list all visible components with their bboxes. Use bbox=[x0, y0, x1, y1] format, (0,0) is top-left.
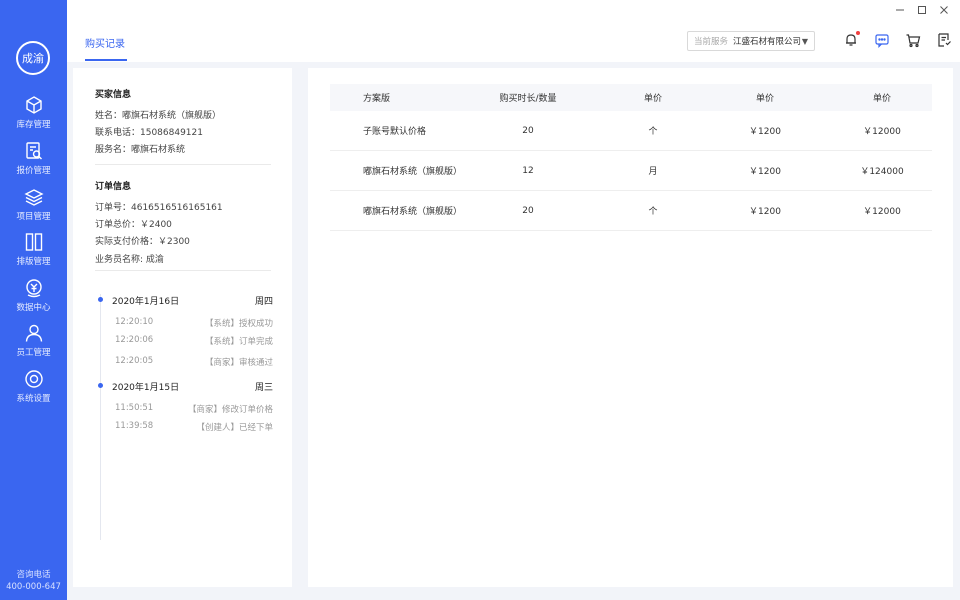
sidebar: 成渝 库存管理 报价管理 项目管理 排版管理 数据中心 员工管理 系统设置 咨询… bbox=[0, 0, 67, 600]
layers-icon bbox=[23, 187, 44, 207]
notification-badge bbox=[856, 31, 860, 35]
timeline-time: 11:39:58 bbox=[115, 421, 154, 431]
column-header: 单价 bbox=[872, 94, 891, 104]
sidebar-item-inventory[interactable]: 库存管理 bbox=[0, 95, 67, 135]
timeline-time: 12:20:10 bbox=[115, 317, 154, 327]
table-cell: ￥12000 bbox=[863, 207, 901, 217]
timeline-time: 12:20:06 bbox=[115, 335, 154, 345]
order-number: 订单号：4616516516165161 bbox=[95, 203, 223, 213]
timeline-weekday: 周四 bbox=[254, 297, 273, 307]
timeline-line bbox=[100, 294, 101, 540]
timeline-date: 2020年1月15日 bbox=[112, 383, 180, 393]
sidebar-item-employees[interactable]: 员工管理 bbox=[0, 323, 67, 363]
table-cell: 嘟旗石材系统（旗舰版） bbox=[363, 207, 463, 217]
order-paid: 实际支付价格：￥2300 bbox=[95, 237, 190, 247]
timeline-event: 【创建人】已经下单 bbox=[196, 423, 273, 433]
sidebar-item-label: 库存管理 bbox=[16, 120, 51, 130]
buyer-service: 服务名：嘟旗石材系统 bbox=[95, 145, 186, 155]
caret-down-icon: ▼ bbox=[801, 37, 808, 46]
timeline-event: 【商家】审核通过 bbox=[204, 358, 273, 368]
order-details-card: 买家信息 姓名：嘟旗石材系统（旗舰版） 联系电话：15086849121 服务名… bbox=[73, 68, 292, 587]
quote-search-icon bbox=[24, 141, 44, 161]
contact-label: 咨询电话 bbox=[16, 570, 51, 580]
settings-icon bbox=[24, 369, 44, 389]
service-label: 当前服务 bbox=[694, 37, 729, 47]
sidebar-item-layout[interactable]: 排版管理 bbox=[0, 232, 67, 272]
layout-icon bbox=[24, 232, 44, 252]
column-header: 单价 bbox=[643, 94, 662, 104]
contact-phone: 400-000-647 bbox=[6, 582, 61, 592]
table-cell: 20 bbox=[522, 125, 534, 136]
divider bbox=[95, 270, 271, 271]
column-header: 单价 bbox=[755, 94, 774, 104]
sidebar-item-label: 员工管理 bbox=[16, 348, 51, 358]
table-cell: 12 bbox=[522, 165, 534, 176]
timeline-dot bbox=[98, 383, 103, 388]
buyer-info-title: 买家信息 bbox=[95, 90, 132, 100]
avatar[interactable]: 成渝 bbox=[16, 41, 50, 75]
tab-purchase-records[interactable]: 购买记录 bbox=[85, 35, 125, 50]
data-coin-icon bbox=[24, 278, 44, 298]
table-cell: 个 bbox=[648, 127, 658, 137]
table-cell: 嘟旗石材系统（旗舰版） bbox=[363, 167, 463, 177]
table-cell: 月 bbox=[648, 167, 658, 177]
timeline-dot bbox=[98, 297, 103, 302]
timeline-time: 11:50:51 bbox=[115, 403, 154, 413]
sidebar-item-quotes[interactable]: 报价管理 bbox=[0, 141, 67, 181]
sidebar-item-data-center[interactable]: 数据中心 bbox=[0, 278, 67, 318]
sidebar-item-settings[interactable]: 系统设置 bbox=[0, 369, 67, 409]
sidebar-item-label: 项目管理 bbox=[16, 212, 51, 222]
sidebar-item-label: 数据中心 bbox=[16, 303, 51, 313]
timeline-weekday: 周三 bbox=[254, 383, 273, 393]
timeline-event: 【系统】订单完成 bbox=[204, 337, 273, 347]
minimize-icon[interactable] bbox=[894, 4, 906, 16]
tab-active-indicator bbox=[85, 59, 127, 61]
document-icon[interactable] bbox=[936, 32, 952, 48]
sidebar-item-label: 系统设置 bbox=[16, 394, 51, 404]
table-cell: ￥124000 bbox=[860, 167, 904, 177]
service-value: 江盛石材有限公司 bbox=[733, 37, 802, 47]
bell-icon[interactable] bbox=[843, 31, 860, 48]
table-cell: ￥1200 bbox=[749, 207, 781, 217]
column-header: 方案版 bbox=[363, 94, 391, 104]
buyer-phone: 联系电话：15086849121 bbox=[95, 128, 203, 138]
chat-icon[interactable] bbox=[874, 32, 890, 48]
timeline-date: 2020年1月16日 bbox=[112, 297, 180, 307]
table-cell: ￥1200 bbox=[749, 167, 781, 177]
buyer-name: 姓名：嘟旗石材系统（旗舰版） bbox=[95, 111, 222, 121]
close-icon[interactable] bbox=[938, 4, 950, 16]
order-total: 订单总价：￥2400 bbox=[95, 220, 172, 230]
table-header: 方案版 购买时长/数量 单价 单价 单价 bbox=[330, 84, 932, 111]
table-cell: 子账号默认价格 bbox=[363, 127, 427, 137]
table-row[interactable]: 子账号默认价格 20 个 ￥1200 ￥12000 bbox=[330, 111, 932, 151]
table-cell: 20 bbox=[522, 205, 534, 216]
cube-icon bbox=[24, 95, 44, 115]
purchase-table: 方案版 购买时长/数量 单价 单价 单价 子账号默认价格 20 个 ￥1200 … bbox=[330, 84, 932, 231]
table-cell: ￥1200 bbox=[749, 127, 781, 137]
timeline-event: 【系统】授权成功 bbox=[204, 319, 273, 329]
service-select[interactable]: 当前服务 江盛石材有限公司 ▼ bbox=[687, 31, 815, 51]
maximize-icon[interactable] bbox=[916, 4, 928, 16]
window-controls bbox=[894, 4, 950, 16]
timeline-event: 【商家】修改订单价格 bbox=[187, 405, 273, 415]
purchase-table-card: 方案版 购买时长/数量 单价 单价 单价 子账号默认价格 20 个 ￥1200 … bbox=[308, 68, 953, 587]
table-cell: ￥12000 bbox=[863, 127, 901, 137]
sidebar-item-projects[interactable]: 项目管理 bbox=[0, 187, 67, 227]
table-cell: 个 bbox=[648, 207, 658, 217]
divider bbox=[95, 164, 271, 165]
top-bar: 购买记录 当前服务 江盛石材有限公司 ▼ bbox=[67, 0, 960, 62]
cart-icon[interactable] bbox=[905, 32, 921, 48]
table-row[interactable]: 嘟旗石材系统（旗舰版） 20 个 ￥1200 ￥12000 bbox=[330, 191, 932, 231]
order-salesman: 业务员名称: 成渝 bbox=[95, 255, 164, 265]
table-row[interactable]: 嘟旗石材系统（旗舰版） 12 月 ￥1200 ￥124000 bbox=[330, 151, 932, 191]
timeline-time: 12:20:05 bbox=[115, 356, 154, 366]
sidebar-item-label: 排版管理 bbox=[16, 257, 51, 267]
sidebar-item-label: 报价管理 bbox=[16, 166, 51, 176]
order-info-title: 订单信息 bbox=[95, 182, 132, 192]
user-icon bbox=[24, 323, 44, 343]
column-header: 购买时长/数量 bbox=[499, 94, 557, 104]
